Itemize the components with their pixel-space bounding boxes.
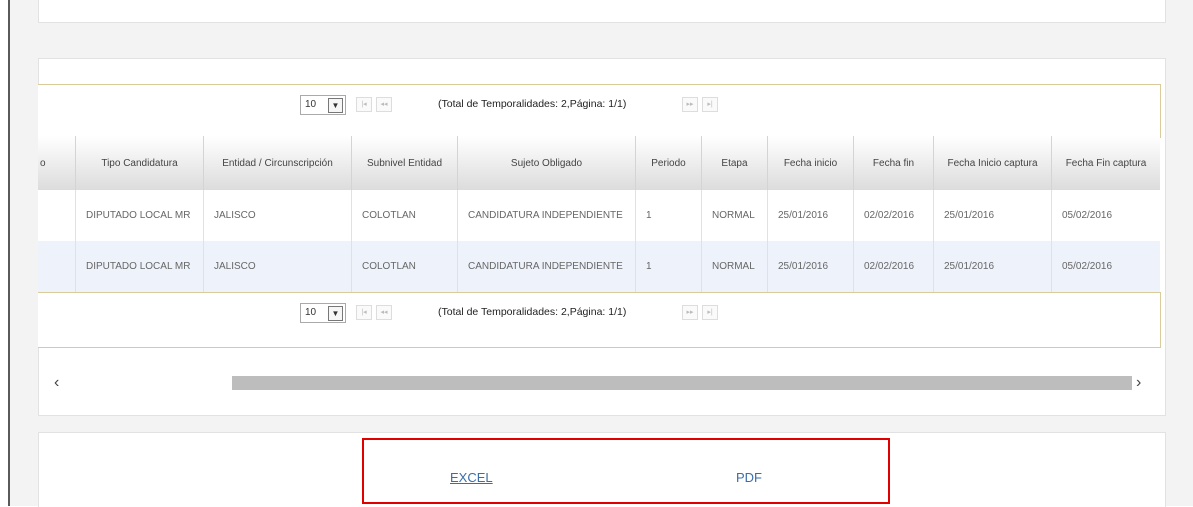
table-cell: COLOTLAN xyxy=(352,190,458,241)
column-header-fecha-inicio[interactable]: Fecha inicio xyxy=(768,136,854,190)
table-header-row: o Tipo Candidatura Entidad / Circunscrip… xyxy=(38,136,1160,191)
window-left-border xyxy=(0,0,10,506)
pager-top: 10 ▼ |◂ ◂◂ (Total de Temporalidades: 2,P… xyxy=(38,84,1161,138)
prev-page-button[interactable]: ◂◂ xyxy=(376,305,392,320)
data-table: o Tipo Candidatura Entidad / Circunscrip… xyxy=(38,136,1160,292)
table-cell: 02/02/2016 xyxy=(854,190,934,241)
last-page-button[interactable]: ▸| xyxy=(702,97,718,112)
first-page-button[interactable]: |◂ xyxy=(356,305,372,320)
table-cell: NORMAL xyxy=(702,190,768,241)
column-header-periodo[interactable]: Periodo xyxy=(636,136,702,190)
chevron-down-icon: ▼ xyxy=(328,98,343,113)
table-cell: CANDIDATURA INDEPENDIENTE xyxy=(458,190,636,241)
table-cell: COLOTLAN xyxy=(352,241,458,292)
table-cell: JALISCO xyxy=(204,190,352,241)
column-header-fecha-inicio-captura[interactable]: Fecha Inicio captura xyxy=(934,136,1052,190)
column-header-etapa[interactable]: Etapa xyxy=(702,136,768,190)
table-cell: 1 xyxy=(636,241,702,292)
table-cell: 02/02/2016 xyxy=(854,241,934,292)
table-cell-partial xyxy=(38,190,76,241)
page-size-value: 10 xyxy=(305,99,317,110)
pdf-export-link[interactable]: PDF xyxy=(736,470,762,485)
table-cell: JALISCO xyxy=(204,241,352,292)
table-cell: CANDIDATURA INDEPENDIENTE xyxy=(458,241,636,292)
column-header-subnivel[interactable]: Subnivel Entidad xyxy=(352,136,458,190)
table-cell-partial xyxy=(38,241,76,292)
next-page-button[interactable]: ▸▸ xyxy=(682,97,698,112)
column-header-partial[interactable]: o xyxy=(38,136,76,190)
column-header-sujeto-obligado[interactable]: Sujeto Obligado xyxy=(458,136,636,190)
table-cell: 1 xyxy=(636,190,702,241)
horizontal-scrollbar[interactable]: ‹ › xyxy=(38,370,1164,400)
next-page-button[interactable]: ▸▸ xyxy=(682,305,698,320)
table-cell: 25/01/2016 xyxy=(768,241,854,292)
table-cell: 05/02/2016 xyxy=(1062,261,1113,272)
table-cell: 25/01/2016 xyxy=(934,190,1052,241)
excel-export-link[interactable]: EXCEL xyxy=(450,470,493,485)
scroll-left-icon[interactable]: ‹ xyxy=(54,374,59,392)
scroll-right-icon[interactable]: › xyxy=(1136,374,1141,392)
scrollbar-thumb[interactable] xyxy=(232,376,1132,390)
table-cell: DIPUTADO LOCAL MR xyxy=(76,190,204,241)
table-cell: 25/01/2016 xyxy=(768,190,854,241)
first-page-button[interactable]: |◂ xyxy=(356,97,372,112)
column-header-tipo-candidatura[interactable]: Tipo Candidatura xyxy=(76,136,204,190)
chevron-down-icon: ▼ xyxy=(328,306,343,321)
table-row[interactable]: DIPUTADO LOCAL MR JALISCO COLOTLAN CANDI… xyxy=(38,190,1160,242)
pagination-summary: (Total de Temporalidades: 2,Página: 1/1) xyxy=(438,98,627,110)
table-cell: 05/02/2016 xyxy=(1062,210,1113,221)
pager-bottom: 10 ▼ |◂ ◂◂ (Total de Temporalidades: 2,P… xyxy=(38,292,1161,348)
column-header-fecha-fin[interactable]: Fecha fin xyxy=(854,136,934,190)
pagination-summary: (Total de Temporalidades: 2,Página: 1/1) xyxy=(438,306,627,318)
table-cell: DIPUTADO LOCAL MR xyxy=(76,241,204,292)
last-page-button[interactable]: ▸| xyxy=(702,305,718,320)
table-row[interactable]: DIPUTADO LOCAL MR JALISCO COLOTLAN CANDI… xyxy=(38,241,1160,292)
prev-page-button[interactable]: ◂◂ xyxy=(376,97,392,112)
table-cell: 25/01/2016 xyxy=(934,241,1052,292)
page-size-select-top[interactable]: 10 ▼ xyxy=(300,95,346,115)
table-cell: NORMAL xyxy=(702,241,768,292)
page-size-select-bottom[interactable]: 10 ▼ xyxy=(300,303,346,323)
export-highlight-box xyxy=(362,438,890,504)
page-size-value: 10 xyxy=(305,307,317,318)
top-panel xyxy=(38,0,1166,23)
column-header-entidad[interactable]: Entidad / Circunscripción xyxy=(204,136,352,190)
column-header-fecha-fin-captura[interactable]: Fecha Fin captura xyxy=(1052,136,1160,190)
